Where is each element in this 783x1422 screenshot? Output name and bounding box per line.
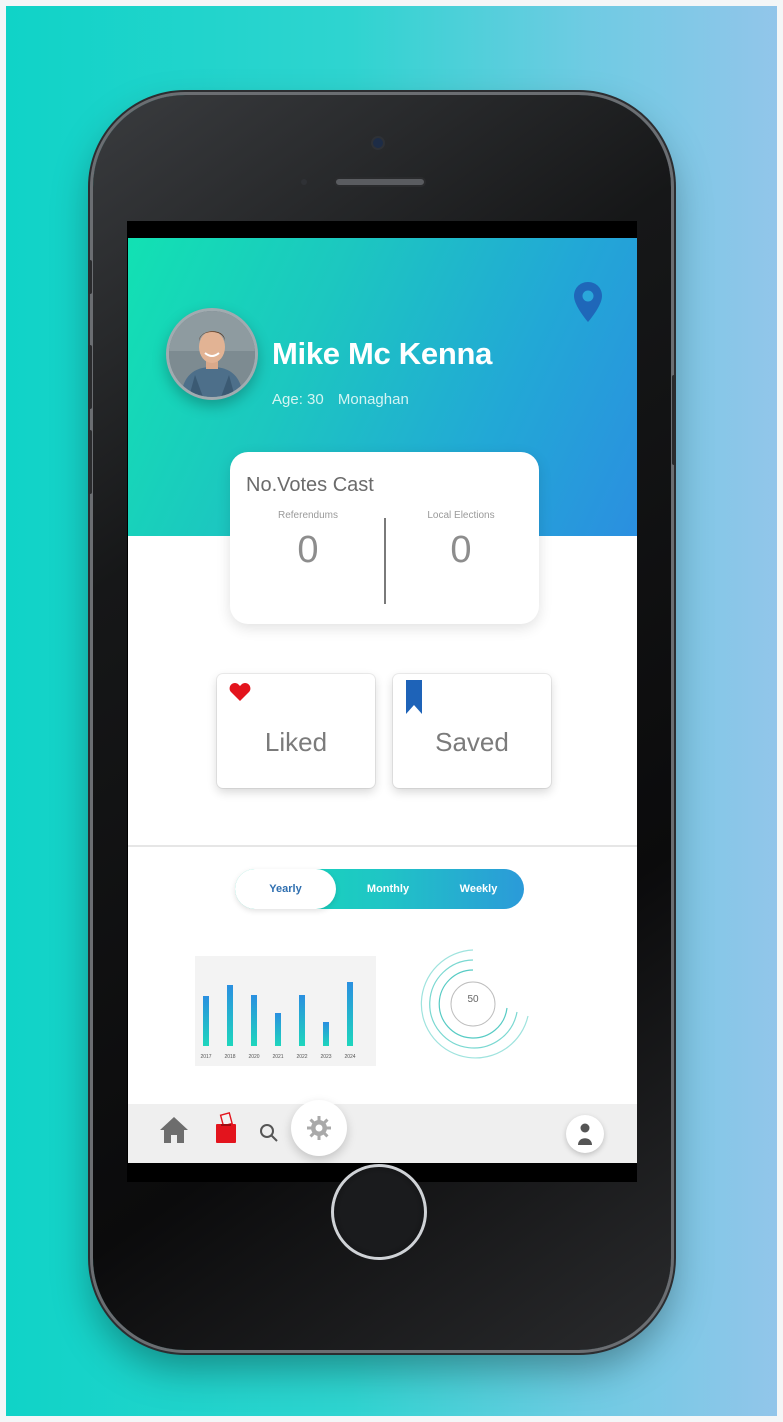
chart-bar xyxy=(347,982,353,1046)
referendums-stat: Referendums 0 xyxy=(238,510,378,572)
local-elections-label: Local Elections xyxy=(427,510,495,521)
ring-value: 50 xyxy=(467,994,479,1005)
chart-tick-label: 2024 xyxy=(344,1054,356,1060)
chart-bar xyxy=(299,995,305,1046)
tab-monthly[interactable]: Monthly xyxy=(343,869,433,909)
proximity-sensor xyxy=(301,179,307,185)
user-name: Mike Mc Kenna xyxy=(272,336,493,371)
chart-tick-label: 2020 xyxy=(248,1054,260,1060)
chart-tick-label: 2018 xyxy=(224,1054,236,1060)
chart-bar xyxy=(251,995,257,1046)
user-age: Age: 30 xyxy=(272,391,324,408)
local-elections-value: 0 xyxy=(450,529,472,571)
location-pin-icon[interactable] xyxy=(572,281,604,323)
home-icon[interactable] xyxy=(159,1116,189,1144)
section-divider xyxy=(128,845,637,847)
chart-bar xyxy=(275,1013,281,1046)
progress-ring: 50 xyxy=(418,944,538,1064)
chart-bar xyxy=(227,985,233,1046)
user-photo-avatar xyxy=(169,311,255,397)
local-elections-stat: Local Elections 0 xyxy=(391,510,531,572)
search-icon[interactable] xyxy=(259,1123,279,1143)
profile-button[interactable] xyxy=(566,1115,604,1153)
chart-tick-label: 2021 xyxy=(272,1054,284,1060)
home-button[interactable] xyxy=(331,1164,427,1260)
liked-tile[interactable]: Liked xyxy=(217,674,375,788)
mute-switch xyxy=(88,260,92,294)
saved-tile[interactable]: Saved xyxy=(393,674,551,788)
chart-bar xyxy=(323,1022,329,1046)
gear-icon xyxy=(307,1116,331,1140)
votes-bar-chart: 2017 2018 2020 2021 2022 2023 2024 xyxy=(195,956,376,1066)
user-location: Monaghan xyxy=(337,391,409,408)
chart-tick-label: 2023 xyxy=(320,1054,332,1060)
earpiece-speaker xyxy=(334,177,426,187)
avatar[interactable] xyxy=(166,308,258,400)
referendums-label: Referendums xyxy=(277,510,339,521)
chart-bar xyxy=(203,996,209,1046)
referendums-value: 0 xyxy=(297,529,319,571)
chart-tick-label: 2017 xyxy=(200,1054,212,1060)
votes-card-title: No.Votes Cast xyxy=(246,474,374,496)
saved-label: Saved xyxy=(435,727,509,757)
front-camera xyxy=(373,138,383,148)
period-tabs: Yearly Monthly Weekly xyxy=(235,869,524,909)
profile-icon xyxy=(578,1123,592,1145)
tab-weekly[interactable]: Weekly xyxy=(433,869,524,909)
user-meta: Age: 30 Monaghan xyxy=(272,391,419,408)
volume-up-button xyxy=(88,345,92,409)
app-screen: Mike Mc Kenna Age: 30 Monaghan No.Votes … xyxy=(128,238,637,1163)
bottom-navigation xyxy=(128,1100,637,1163)
stats-divider xyxy=(384,518,386,604)
ballot-box-icon[interactable] xyxy=(215,1112,237,1144)
volume-down-button xyxy=(88,430,92,494)
settings-button[interactable] xyxy=(291,1100,347,1156)
bookmark-icon xyxy=(406,680,422,714)
tab-yearly[interactable]: Yearly xyxy=(235,869,336,909)
chart-tick-label: 2022 xyxy=(296,1054,308,1060)
power-button xyxy=(672,375,676,465)
liked-label: Liked xyxy=(264,727,328,757)
heart-icon xyxy=(229,683,251,701)
votes-cast-card: No.Votes Cast Referendums 0 Local Electi… xyxy=(230,452,539,624)
